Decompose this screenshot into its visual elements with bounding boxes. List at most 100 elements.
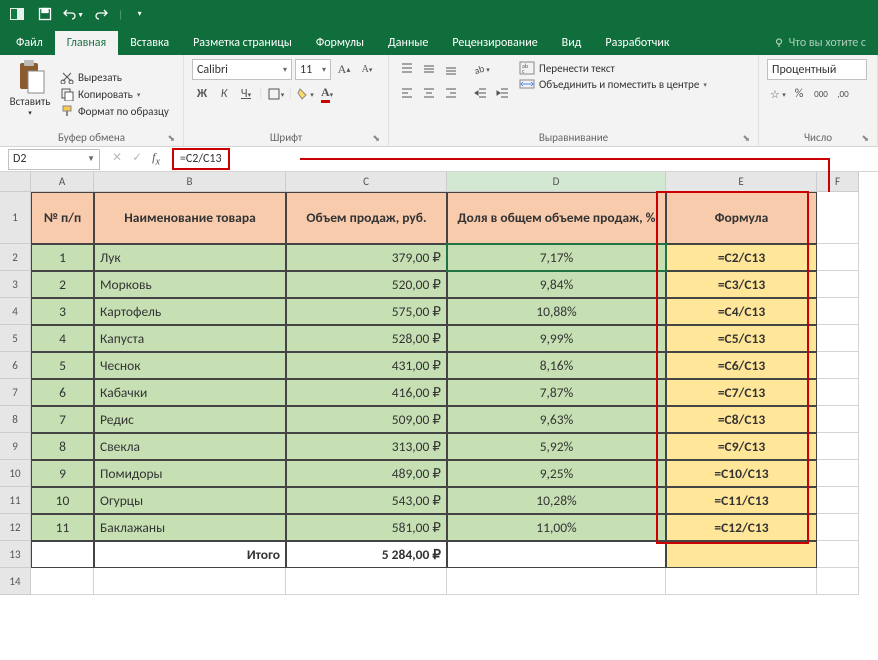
row-header[interactable]: 9 — [0, 433, 31, 460]
tab-review[interactable]: Рецензирование — [440, 31, 549, 55]
cell[interactable]: =C6/C13 — [666, 352, 817, 379]
row-header[interactable]: 2 — [0, 244, 31, 271]
font-color-button[interactable]: A▾ — [317, 84, 337, 104]
cell[interactable]: Доля в общем объеме продаж, % — [447, 192, 666, 244]
cell[interactable]: 4 — [31, 325, 94, 352]
merge-center-button[interactable]: Объединить и поместить в центре▾ — [519, 77, 707, 91]
cell[interactable]: 6 — [31, 379, 94, 406]
paste-button[interactable]: Вставить▾ — [8, 59, 52, 129]
row-header[interactable]: 1 — [0, 192, 31, 244]
font-launcher[interactable]: ⬊ — [372, 133, 380, 144]
cell[interactable] — [817, 487, 859, 514]
cell[interactable]: 528,00 ₽ — [286, 325, 447, 352]
cell[interactable]: 9,84% — [447, 271, 666, 298]
cell[interactable] — [817, 192, 859, 244]
cell[interactable]: =C3/C13 — [666, 271, 817, 298]
cell[interactable]: 5 284,00 ₽ — [286, 541, 447, 568]
tab-file[interactable]: Файл — [4, 31, 55, 55]
cell[interactable]: Свекла — [94, 433, 286, 460]
row-header[interactable]: 10 — [0, 460, 31, 487]
cell[interactable]: 489,00 ₽ — [286, 460, 447, 487]
align-right-button[interactable] — [441, 83, 461, 103]
insert-function-button[interactable]: fx — [152, 150, 160, 167]
cell[interactable] — [666, 568, 817, 595]
row-header[interactable]: 11 — [0, 487, 31, 514]
cell[interactable]: 9,25% — [447, 460, 666, 487]
decrease-indent-button[interactable] — [471, 83, 491, 103]
cell[interactable] — [31, 541, 94, 568]
cell[interactable]: =C2/C13 — [666, 244, 817, 271]
cell[interactable]: 9,63% — [447, 406, 666, 433]
cell[interactable]: 10,28% — [447, 487, 666, 514]
cell[interactable]: =C8/C13 — [666, 406, 817, 433]
row-header[interactable]: 7 — [0, 379, 31, 406]
col-header[interactable]: C — [286, 172, 447, 192]
format-painter-button[interactable]: Формат по образцу — [58, 103, 171, 119]
cell[interactable] — [94, 568, 286, 595]
cell[interactable] — [817, 325, 859, 352]
row-header[interactable]: 13 — [0, 541, 31, 568]
borders-button[interactable]: ▾ — [266, 84, 286, 104]
cell[interactable]: 7,87% — [447, 379, 666, 406]
save-button[interactable] — [34, 3, 56, 25]
tab-home[interactable]: Главная — [55, 31, 118, 55]
tab-page-layout[interactable]: Разметка страницы — [181, 31, 304, 55]
align-center-button[interactable] — [419, 83, 439, 103]
cell[interactable]: 520,00 ₽ — [286, 271, 447, 298]
cell[interactable]: Помидоры — [94, 460, 286, 487]
cell[interactable]: 543,00 ₽ — [286, 487, 447, 514]
cell[interactable]: 9 — [31, 460, 94, 487]
cell[interactable]: 7 — [31, 406, 94, 433]
cell[interactable]: Кабачки — [94, 379, 286, 406]
cell[interactable]: 11 — [31, 514, 94, 541]
align-top-button[interactable] — [397, 59, 417, 79]
cell[interactable] — [817, 514, 859, 541]
clipboard-launcher[interactable]: ⬊ — [167, 133, 175, 144]
cell[interactable] — [31, 568, 94, 595]
align-middle-button[interactable] — [419, 59, 439, 79]
decrease-font-button[interactable]: A▾ — [357, 60, 377, 80]
undo-button[interactable]: ▼ — [62, 3, 84, 25]
cancel-formula-button[interactable]: ✕ — [112, 150, 122, 167]
underline-button[interactable]: Ч▾ — [236, 84, 256, 104]
cell[interactable] — [817, 460, 859, 487]
font-name-combo[interactable]: Calibri▾ — [192, 59, 292, 80]
col-header[interactable]: E — [666, 172, 817, 192]
cell[interactable]: 313,00 ₽ — [286, 433, 447, 460]
increase-indent-button[interactable] — [493, 83, 513, 103]
cell[interactable]: 9,99% — [447, 325, 666, 352]
cell[interactable]: Баклажаны — [94, 514, 286, 541]
name-box[interactable]: D2▼ — [8, 149, 100, 170]
tab-data[interactable]: Данные — [376, 31, 440, 55]
cell[interactable]: =C4/C13 — [666, 298, 817, 325]
alignment-launcher[interactable]: ⬊ — [742, 133, 750, 144]
cell[interactable]: Картофель — [94, 298, 286, 325]
cell[interactable]: Итого — [94, 541, 286, 568]
row-header[interactable]: 3 — [0, 271, 31, 298]
cell[interactable]: 10,88% — [447, 298, 666, 325]
cell[interactable] — [666, 541, 817, 568]
comma-button[interactable]: 000 — [811, 84, 831, 104]
align-left-button[interactable] — [397, 83, 417, 103]
cell[interactable]: Формула — [666, 192, 817, 244]
cell[interactable]: 8,16% — [447, 352, 666, 379]
row-header[interactable]: 12 — [0, 514, 31, 541]
tab-formulas[interactable]: Формулы — [304, 31, 376, 55]
cell[interactable]: 1 — [31, 244, 94, 271]
cell[interactable] — [817, 379, 859, 406]
cell[interactable] — [817, 568, 859, 595]
fill-color-button[interactable]: ▾ — [295, 84, 315, 104]
copy-button[interactable]: Копировать▾ — [58, 86, 171, 102]
tab-insert[interactable]: Вставка — [118, 31, 181, 55]
cell[interactable]: Капуста — [94, 325, 286, 352]
cell[interactable]: Наименование товара — [94, 192, 286, 244]
wrap-text-button[interactable]: abcПеренести текст — [519, 61, 707, 75]
enter-formula-button[interactable]: ✓ — [132, 150, 142, 167]
cell[interactable] — [817, 541, 859, 568]
select-all-corner[interactable] — [0, 172, 31, 192]
cell[interactable]: 431,00 ₽ — [286, 352, 447, 379]
tab-developer[interactable]: Разработчик — [593, 31, 681, 55]
cell[interactable]: 10 — [31, 487, 94, 514]
cell[interactable]: 509,00 ₽ — [286, 406, 447, 433]
row-header[interactable]: 6 — [0, 352, 31, 379]
